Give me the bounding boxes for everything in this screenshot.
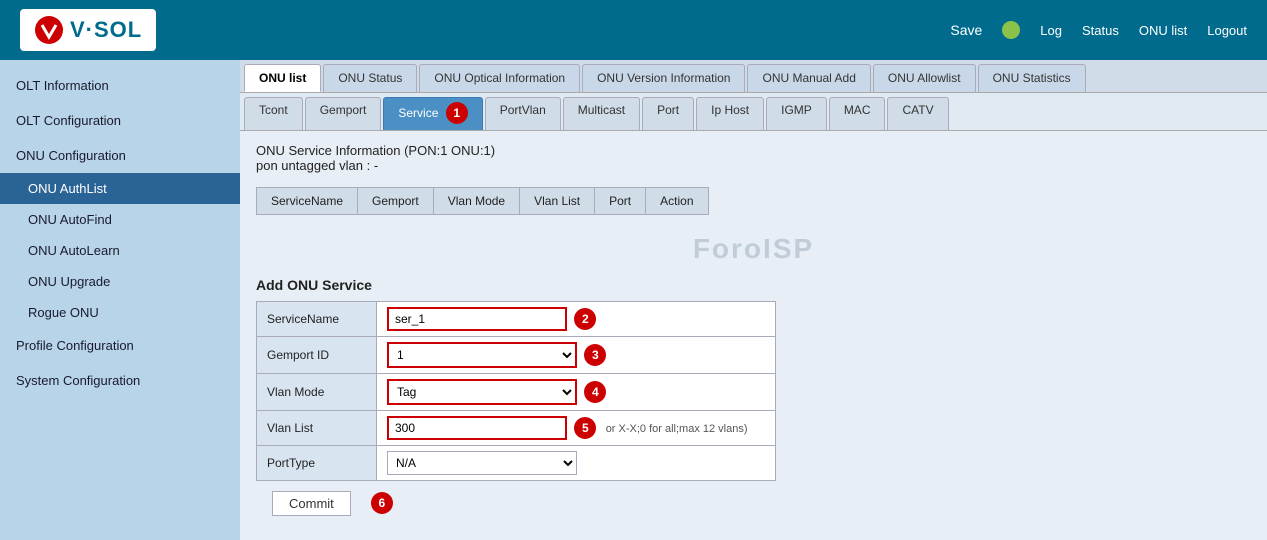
- input-cell-vlan-list: 5 or X-X;0 for all;max 12 vlans): [377, 411, 776, 446]
- tab-tcont[interactable]: Tcont: [244, 97, 303, 130]
- tab-onu-statistics[interactable]: ONU Statistics: [978, 64, 1086, 92]
- sidebar-item-onu-autofind[interactable]: ONU AutoFind: [0, 204, 240, 235]
- field-vlan-list: Vlan List 5 or X-X;0 for all;max 12 vlan…: [257, 411, 776, 446]
- select-cell-gemport: 1 2 3 4 3: [377, 337, 776, 374]
- log-link[interactable]: Log: [1040, 23, 1062, 38]
- badge-2: 2: [574, 308, 596, 330]
- top-header: V·SOL Save Log Status ONU list Logout: [0, 0, 1267, 60]
- label-gemport-id: Gemport ID: [257, 337, 377, 374]
- col-gemport: Gemport: [358, 188, 434, 215]
- vlan-hint: or X-X;0 for all;max 12 vlans): [600, 423, 748, 435]
- label-service-name: ServiceName: [257, 302, 377, 337]
- sidebar-item-onu-autolearn[interactable]: ONU AutoLearn: [0, 235, 240, 266]
- logout-link[interactable]: Logout: [1207, 23, 1247, 38]
- form-title: Add ONU Service: [256, 277, 1251, 293]
- commit-button[interactable]: Commit: [272, 491, 351, 516]
- badge-3: 3: [584, 344, 606, 366]
- tab-mac[interactable]: MAC: [829, 97, 886, 130]
- tab-multicast[interactable]: Multicast: [563, 97, 640, 130]
- watermark: ForoISP: [240, 223, 1267, 269]
- service-name-input[interactable]: [387, 307, 567, 331]
- service-table: ServiceName Gemport Vlan Mode Vlan List …: [256, 187, 709, 215]
- sidebar-item-onu-authlist[interactable]: ONU AuthList: [0, 173, 240, 204]
- tab-service[interactable]: Service 1: [383, 97, 482, 130]
- onu-list-link[interactable]: ONU list: [1139, 23, 1187, 38]
- tab-catv[interactable]: CATV: [887, 97, 948, 130]
- logo-area: V·SOL: [20, 9, 156, 51]
- tab-gemport[interactable]: Gemport: [305, 97, 382, 130]
- label-vlan-mode: Vlan Mode: [257, 374, 377, 411]
- port-type-select[interactable]: N/A ETH POTS CATV: [387, 451, 577, 475]
- sidebar-item-rogue-onu[interactable]: Rogue ONU: [0, 297, 240, 328]
- sidebar: OLT Information OLT Configuration ONU Co…: [0, 60, 240, 540]
- gemport-id-select[interactable]: 1 2 3 4: [387, 342, 577, 368]
- top-right-nav: Save Log Status ONU list Logout: [950, 21, 1247, 39]
- field-gemport-id: Gemport ID 1 2 3 4 3: [257, 337, 776, 374]
- logo-text: V·SOL: [70, 17, 142, 43]
- select-cell-vlan-mode: Tag Transparent Trunk 4: [377, 374, 776, 411]
- content-area: ONU list ONU Status ONU Optical Informat…: [240, 60, 1267, 540]
- sidebar-item-profile-config[interactable]: Profile Configuration: [0, 328, 240, 363]
- add-onu-service-form: Add ONU Service ServiceName 2 Gemport ID…: [256, 277, 1251, 526]
- tab-onu-optical[interactable]: ONU Optical Information: [419, 64, 580, 92]
- tab-bar-row1: ONU list ONU Status ONU Optical Informat…: [240, 60, 1267, 93]
- vlan-mode-select[interactable]: Tag Transparent Trunk: [387, 379, 577, 405]
- commit-row: Commit 6: [256, 481, 1251, 526]
- sidebar-item-onu-config[interactable]: ONU Configuration: [0, 138, 240, 173]
- tab-port[interactable]: Port: [642, 97, 694, 130]
- badge-5: 5: [574, 417, 596, 439]
- label-vlan-list: Vlan List: [257, 411, 377, 446]
- sidebar-item-olt-info[interactable]: OLT Information: [0, 68, 240, 103]
- sidebar-item-onu-upgrade[interactable]: ONU Upgrade: [0, 266, 240, 297]
- tab-portvlan[interactable]: PortVlan: [485, 97, 561, 130]
- tab-bar-row2: Tcont Gemport Service 1 PortVlan Multica…: [240, 93, 1267, 131]
- tab-igmp[interactable]: IGMP: [766, 97, 827, 130]
- label-port-type: PortType: [257, 446, 377, 481]
- field-vlan-mode: Vlan Mode Tag Transparent Trunk 4: [257, 374, 776, 411]
- tab-onu-version[interactable]: ONU Version Information: [582, 64, 745, 92]
- status-link[interactable]: Status: [1082, 23, 1119, 38]
- badge-1: 1: [446, 102, 468, 124]
- select-cell-port-type: N/A ETH POTS CATV: [377, 446, 776, 481]
- sidebar-item-olt-config[interactable]: OLT Configuration: [0, 103, 240, 138]
- input-cell-service-name: 2: [377, 302, 776, 337]
- onu-info-title: ONU Service Information (PON:1 ONU:1): [256, 143, 1251, 158]
- col-vlan-mode: Vlan Mode: [433, 188, 519, 215]
- col-action: Action: [646, 188, 708, 215]
- vsol-logo-icon: [34, 15, 64, 45]
- tab-iphost[interactable]: Ip Host: [696, 97, 764, 130]
- badge-4: 4: [584, 381, 606, 403]
- field-port-type: PortType N/A ETH POTS CATV: [257, 446, 776, 481]
- col-vlan-list: Vlan List: [520, 188, 595, 215]
- status-indicator: [1002, 21, 1020, 39]
- field-service-name: ServiceName 2: [257, 302, 776, 337]
- form-fields-table: ServiceName 2 Gemport ID 1 2 3 4: [256, 301, 776, 481]
- vlan-list-input[interactable]: [387, 416, 567, 440]
- tab-onu-allowlist[interactable]: ONU Allowlist: [873, 64, 976, 92]
- tab-onu-status[interactable]: ONU Status: [323, 64, 417, 92]
- tab-onu-manual-add[interactable]: ONU Manual Add: [747, 64, 870, 92]
- save-button[interactable]: Save: [950, 22, 982, 38]
- sidebar-item-system-config[interactable]: System Configuration: [0, 363, 240, 398]
- onu-vlan-label: pon untagged vlan : -: [256, 158, 1251, 173]
- col-service-name: ServiceName: [257, 188, 358, 215]
- main-layout: OLT Information OLT Configuration ONU Co…: [0, 60, 1267, 540]
- badge-6: 6: [371, 492, 393, 514]
- info-section: ONU Service Information (PON:1 ONU:1) po…: [240, 131, 1267, 179]
- tab-onu-list[interactable]: ONU list: [244, 64, 321, 92]
- col-port: Port: [595, 188, 646, 215]
